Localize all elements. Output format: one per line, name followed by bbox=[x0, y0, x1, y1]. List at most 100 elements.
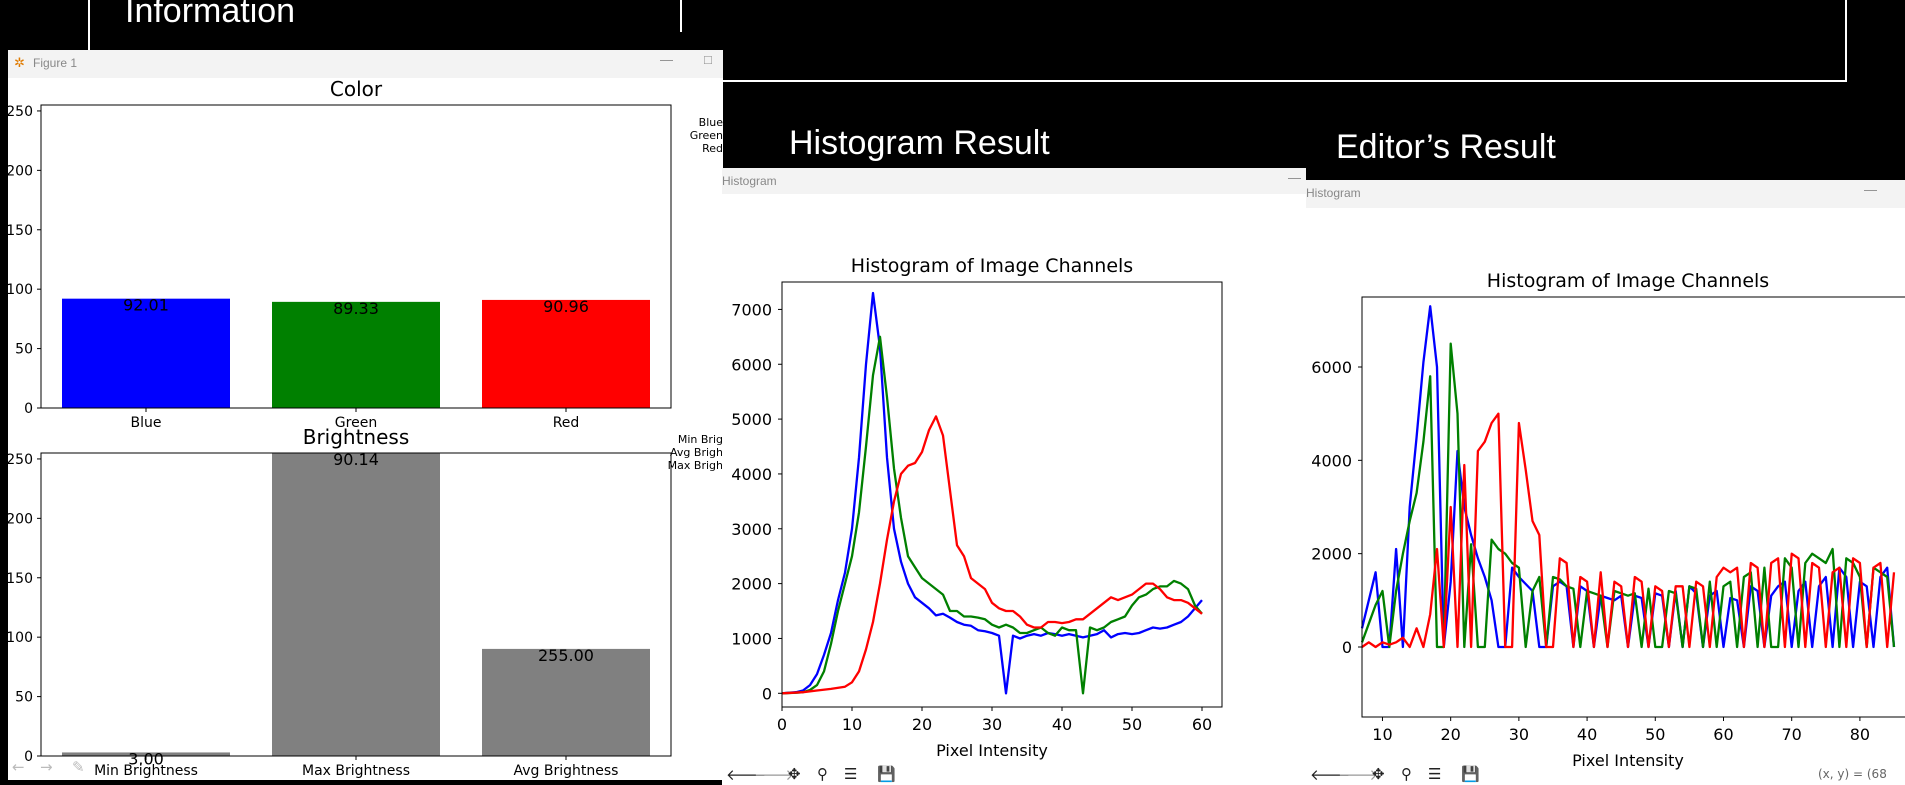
legend-label: Max Brigh bbox=[668, 459, 723, 472]
pan-icon[interactable]: ✎ bbox=[72, 758, 85, 776]
divider-line bbox=[680, 0, 682, 32]
y-tick-label: 3000 bbox=[731, 520, 772, 539]
y-tick-label: 0 bbox=[762, 684, 772, 703]
configure-icon[interactable]: ☰ bbox=[1428, 765, 1441, 783]
legend-label: Red bbox=[702, 142, 723, 155]
histogram-canvas: Histogram of Image Channels Pixel Intensi… bbox=[731, 255, 1223, 760]
x-tick-label: 60 bbox=[1192, 715, 1212, 734]
forward-icon[interactable]: → bbox=[40, 758, 53, 776]
legend-label: Blue bbox=[699, 116, 723, 129]
pan-icon[interactable]: ✥ bbox=[1372, 765, 1385, 783]
editor-canvas: Histogram of Image Channels Pixel Intensi… bbox=[1311, 270, 1905, 770]
bar-value-label: 90.96 bbox=[543, 297, 589, 316]
bar bbox=[482, 299, 650, 408]
series-line bbox=[781, 335, 1203, 695]
x-tick-label: 0 bbox=[777, 715, 787, 734]
y-tick-label: 6000 bbox=[1311, 358, 1352, 377]
zoom-icon[interactable]: ⚲ bbox=[1401, 765, 1412, 783]
y-tick-label: 50 bbox=[15, 342, 33, 358]
chart-title: Brightness bbox=[303, 425, 410, 449]
coordinate-readout: (x, y) = (68 bbox=[1818, 767, 1887, 781]
zoom-icon[interactable]: ⚲ bbox=[817, 765, 828, 783]
maximize-button[interactable]: □ bbox=[704, 52, 712, 67]
y-tick-label: 50 bbox=[15, 690, 33, 706]
bar bbox=[272, 453, 440, 756]
y-tick-label: 200 bbox=[8, 163, 33, 179]
window-title: Histogram bbox=[722, 174, 777, 188]
series-line bbox=[781, 415, 1203, 695]
y-tick-label: 150 bbox=[8, 571, 33, 587]
y-tick-label: 0 bbox=[24, 749, 33, 765]
legend-label: Avg Brigh bbox=[670, 446, 723, 459]
y-tick-label: 5000 bbox=[731, 410, 772, 429]
window-title: Histogram bbox=[1306, 186, 1361, 200]
series-line bbox=[781, 291, 1203, 695]
x-tick-label: Blue bbox=[131, 415, 162, 431]
back-icon[interactable]: ← bbox=[12, 758, 25, 776]
editor-window: Histogram — Histogram of Image Channels P… bbox=[1306, 180, 1905, 785]
editor-titlebar: Histogram — bbox=[1306, 180, 1905, 208]
y-tick-label: 0 bbox=[24, 401, 33, 417]
information-title: Information bbox=[125, 0, 296, 30]
bar-value-label: 92.01 bbox=[123, 296, 169, 315]
y-tick-label: 200 bbox=[8, 511, 33, 527]
x-tick-label: 20 bbox=[912, 715, 932, 734]
x-tick-label: 10 bbox=[842, 715, 862, 734]
y-tick-label: 250 bbox=[8, 104, 33, 120]
x-axis-label: Pixel Intensity bbox=[1572, 751, 1684, 770]
bar bbox=[62, 298, 230, 408]
x-tick-label: 40 bbox=[1577, 725, 1597, 744]
window-title: Figure 1 bbox=[33, 56, 78, 70]
y-tick-label: 2000 bbox=[1311, 545, 1352, 564]
configure-icon[interactable]: ☰ bbox=[844, 765, 857, 783]
divider-line bbox=[1845, 0, 1847, 82]
y-tick-label: 100 bbox=[8, 630, 33, 646]
save-icon[interactable]: 💾 bbox=[877, 765, 896, 783]
y-tick-label: 100 bbox=[8, 282, 33, 298]
x-tick-label: Red bbox=[553, 415, 580, 431]
bar bbox=[482, 648, 650, 756]
figure1-canvas: Color 0 50 100 150 200 250 Blue 92.01 Green 89.33 R… bbox=[8, 78, 723, 779]
x-tick-label: 60 bbox=[1713, 725, 1733, 744]
divider-line bbox=[722, 80, 1847, 82]
bar-value-label: 255.00 bbox=[538, 646, 594, 665]
pan-icon[interactable]: ✥ bbox=[788, 765, 801, 783]
figure1-toolbar: ← → ✎ bbox=[8, 758, 723, 778]
minimize-button[interactable]: — bbox=[660, 52, 673, 67]
minimize-button[interactable]: — bbox=[1864, 182, 1877, 197]
plot-frame bbox=[1361, 296, 1905, 718]
chart-title: Histogram of Image Channels bbox=[851, 255, 1133, 277]
plot-frame bbox=[781, 281, 1223, 708]
x-tick-label: 30 bbox=[1509, 725, 1529, 744]
y-tick-label: 6000 bbox=[731, 355, 772, 374]
y-tick-label: 7000 bbox=[731, 300, 772, 319]
x-tick-label: 70 bbox=[1782, 725, 1802, 744]
x-tick-label: 80 bbox=[1850, 725, 1870, 744]
y-tick-label: 4000 bbox=[731, 465, 772, 484]
y-tick-label: 4000 bbox=[1311, 451, 1352, 470]
y-tick-label: 1000 bbox=[731, 629, 772, 648]
minimize-button[interactable]: — bbox=[1288, 170, 1301, 185]
x-tick-label: 40 bbox=[1052, 715, 1072, 734]
x-tick-label: 50 bbox=[1122, 715, 1142, 734]
chart-title: Color bbox=[330, 78, 383, 101]
bar-value-label: 89.33 bbox=[333, 299, 379, 318]
figure1-window: ✲ Figure 1 — □ Color 0 50 100 150 200 250 Blue 9… bbox=[8, 50, 723, 780]
histogram-toolbar: 🡐 🡒 ✥ ⚲ ☰ 💾 bbox=[722, 765, 1306, 785]
x-tick-label: 30 bbox=[982, 715, 1002, 734]
figure1-titlebar: ✲ Figure 1 — □ bbox=[8, 50, 723, 78]
save-icon[interactable]: 💾 bbox=[1461, 765, 1480, 783]
legend-label: Green bbox=[690, 129, 723, 142]
y-tick-label: 2000 bbox=[731, 575, 772, 594]
legend-label: Min Brig bbox=[678, 433, 723, 446]
x-axis-label: Pixel Intensity bbox=[936, 741, 1048, 760]
x-tick-label: 50 bbox=[1645, 725, 1665, 744]
histogram-window: Histogram — Histogram of Image Channels P… bbox=[722, 168, 1306, 785]
editor-toolbar: 🡐 🡒 ✥ ⚲ ☰ 💾 (x, y) = (68 bbox=[1306, 765, 1905, 785]
y-tick-label: 250 bbox=[8, 452, 33, 468]
y-tick-label: 150 bbox=[8, 223, 33, 239]
y-tick-label: 0 bbox=[1342, 638, 1352, 657]
divider-line bbox=[88, 0, 90, 50]
figure-app-icon: ✲ bbox=[14, 55, 25, 70]
histogram-result-title: Histogram Result bbox=[789, 124, 1050, 162]
